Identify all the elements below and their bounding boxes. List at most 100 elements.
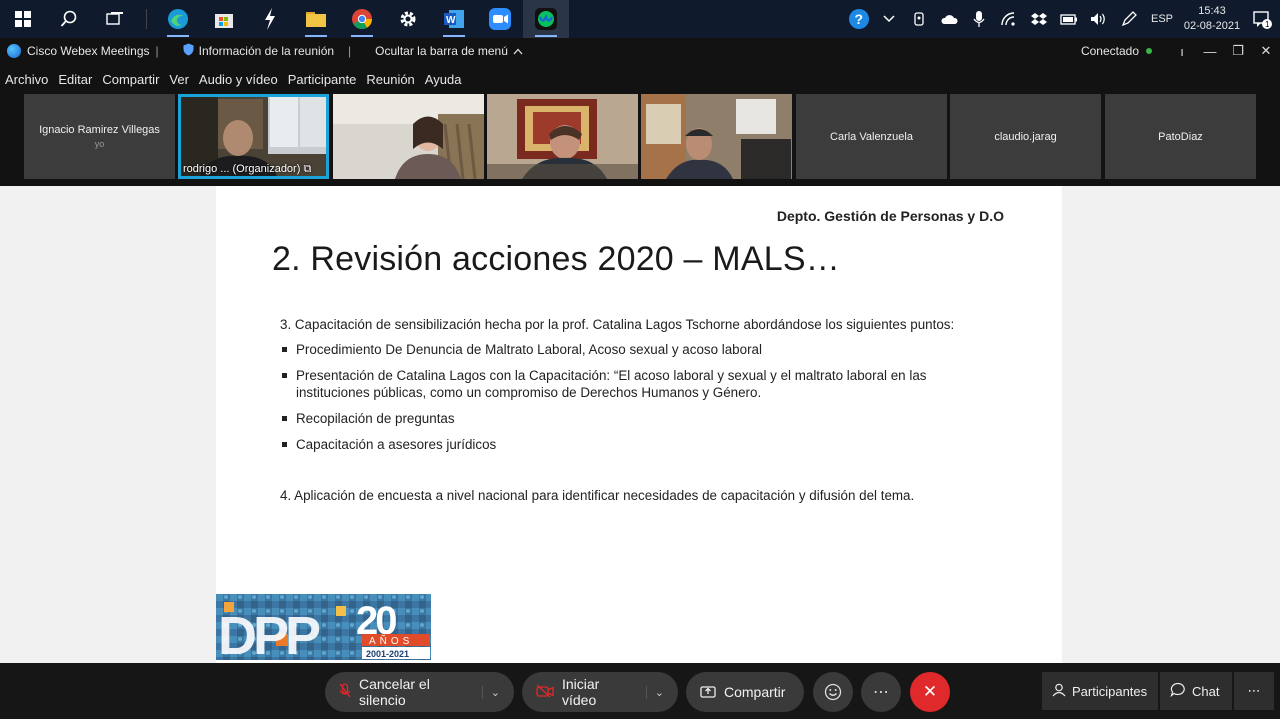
webex-taskbar-icon[interactable]: [523, 0, 569, 38]
touch-keyboard-icon[interactable]: [904, 11, 934, 27]
menu-compartir[interactable]: Compartir: [102, 72, 159, 87]
participants-label: Participantes: [1072, 683, 1148, 699]
pin-icon[interactable]: ı: [1168, 44, 1196, 59]
emoji-icon: [824, 683, 842, 701]
menu-archivo[interactable]: Archivo: [5, 72, 48, 87]
webex-window: W ? ESP 15:43 02-08-2021 1 Cisco Webex M…: [0, 0, 1280, 719]
participant-caption: rodrigo ... (Organizador) ⧉: [183, 163, 311, 176]
clock-time: 15:43: [1198, 5, 1226, 17]
reactions-button[interactable]: [813, 672, 853, 712]
share-button[interactable]: Compartir: [686, 672, 804, 712]
participant-tile[interactable]: Carla Valenzuela: [796, 94, 947, 179]
menu-ayuda[interactable]: Ayuda: [425, 72, 462, 87]
notification-center-icon[interactable]: 1: [1244, 9, 1280, 29]
menu-audio-video[interactable]: Audio y vídeo: [199, 72, 278, 87]
chevron-down-icon[interactable]: ⌄: [645, 685, 664, 699]
dropbox-icon[interactable]: [1024, 12, 1054, 26]
slide-department: Depto. Gestión de Personas y D.O: [776, 208, 1004, 224]
slide-body: 3. Capacitación de sensibilización hecha…: [280, 316, 990, 512]
connection-status: Conectado: [1081, 44, 1152, 58]
connection-status-text: Conectado: [1080, 44, 1139, 58]
close-icon[interactable]: ✕: [1252, 43, 1280, 59]
menu-editar[interactable]: Editar: [58, 72, 92, 87]
file-explorer-icon[interactable]: [293, 0, 339, 38]
language-indicator[interactable]: ESP: [1144, 13, 1180, 25]
ellipsis-icon: ⋯: [1247, 683, 1261, 698]
pen-icon[interactable]: [1114, 11, 1144, 27]
word-icon[interactable]: W: [431, 0, 477, 38]
search-icon[interactable]: [46, 0, 92, 38]
task-view-icon[interactable]: [92, 0, 138, 38]
leave-meeting-button[interactable]: ✕: [910, 672, 950, 712]
title-separator: |: [348, 44, 352, 58]
logo-years: 2001-2021: [366, 649, 409, 659]
meeting-info-label: Información de la reunión: [198, 44, 335, 58]
edge-browser-icon[interactable]: [155, 0, 201, 38]
settings-gear-icon[interactable]: [385, 0, 431, 38]
participant-tile[interactable]: claudio.jarag: [950, 94, 1101, 179]
connection-status-dot: [1146, 48, 1152, 54]
participant-video-tile[interactable]: [487, 94, 638, 179]
more-options-button[interactable]: ⋯: [861, 672, 901, 712]
participant-video-tile[interactable]: rodrigo ... (Organizador) ⧉: [178, 94, 329, 179]
panel-more-button[interactable]: ⋯: [1234, 672, 1274, 710]
battery-icon[interactable]: [1054, 13, 1084, 25]
titlebar-right: Conectado ı — ❐ ✕: [1081, 38, 1280, 64]
start-video-label: Iniciar vídeo: [562, 676, 600, 708]
participant-tile[interactable]: PatoDiaz: [1105, 94, 1256, 179]
minimize-icon[interactable]: —: [1196, 44, 1224, 59]
app-title-text: Cisco Webex Meetings: [27, 44, 150, 58]
microphone-tray-icon[interactable]: [964, 10, 994, 28]
meeting-info-button[interactable]: Información de la reunión |: [183, 43, 362, 59]
microphone-muted-icon: [339, 682, 351, 702]
dpp-20-anos-logo: DPP 20 AÑOS 2001-2021: [216, 594, 431, 660]
participants-panel-button[interactable]: Participantes: [1042, 672, 1158, 710]
participant-video-tile[interactable]: [333, 94, 484, 179]
taskbar-clock[interactable]: 15:43 02-08-2021: [1180, 4, 1244, 34]
svg-text:W: W: [446, 15, 456, 26]
chat-label: Chat: [1192, 683, 1220, 699]
slide-bullet: Presentación de Catalina Lagos con la Ca…: [280, 367, 990, 401]
participant-name: PatoDiaz: [1158, 130, 1203, 143]
menu-reunion[interactable]: Reunión: [366, 72, 414, 87]
slide-bullet-list: Procedimiento De Denuncia de Maltrato La…: [280, 341, 990, 453]
windows-start-icon[interactable]: [0, 0, 46, 38]
chevron-down-icon[interactable]: ⌄: [481, 685, 500, 699]
participant-caption-text: rodrigo ... (Organizador): [183, 163, 301, 175]
wifi-icon[interactable]: [994, 12, 1024, 26]
participant-video-tile[interactable]: [641, 94, 792, 179]
video-off-icon: [536, 684, 554, 701]
chevron-up-icon[interactable]: [874, 15, 904, 23]
logo-letters: DPP: [218, 606, 320, 660]
restore-icon[interactable]: ❐: [1224, 43, 1252, 59]
chat-panel-button[interactable]: Chat: [1160, 672, 1232, 710]
participant-tile[interactable]: Ignacio Ramirez Villegas yo: [24, 94, 175, 179]
chevron-up-icon: [513, 44, 523, 58]
shield-icon: [183, 43, 194, 59]
svg-text:?: ?: [855, 11, 864, 27]
system-tray: ? ESP 15:43 02-08-2021 1: [844, 0, 1280, 38]
chrome-icon[interactable]: [339, 0, 385, 38]
logo-anos: AÑOS: [369, 634, 413, 647]
app-title: Cisco Webex Meetings |: [27, 44, 169, 58]
meeting-controls-bar: Cancelar el silencio ⌄ Iniciar vídeo ⌄ C…: [0, 663, 1280, 719]
help-icon[interactable]: ?: [844, 8, 874, 30]
menu-participante[interactable]: Participante: [288, 72, 357, 87]
menu-ver[interactable]: Ver: [169, 72, 189, 87]
microsoft-store-icon[interactable]: [201, 0, 247, 38]
windows-taskbar: W ? ESP 15:43 02-08-2021 1: [0, 0, 1280, 38]
taskbar-separator: [146, 9, 147, 29]
bolt-app-icon[interactable]: [247, 0, 293, 38]
participant-name: claudio.jarag: [994, 130, 1057, 143]
zoom-icon[interactable]: [477, 0, 523, 38]
onedrive-cloud-icon[interactable]: [934, 13, 964, 25]
unmute-button[interactable]: Cancelar el silencio ⌄: [325, 672, 514, 712]
clock-date: 02-08-2021: [1183, 20, 1241, 32]
start-video-button[interactable]: Iniciar vídeo ⌄: [522, 672, 678, 712]
share-screen-icon: [700, 684, 716, 701]
hide-menu-bar-button[interactable]: Ocultar la barra de menú: [375, 44, 523, 58]
webex-titlebar: Cisco Webex Meetings | Información de la…: [0, 38, 1280, 64]
participant-name: Carla Valenzuela: [830, 130, 913, 143]
volume-icon[interactable]: [1084, 12, 1114, 26]
slide-point-3: 3. Capacitación de sensibilización hecha…: [280, 317, 955, 332]
